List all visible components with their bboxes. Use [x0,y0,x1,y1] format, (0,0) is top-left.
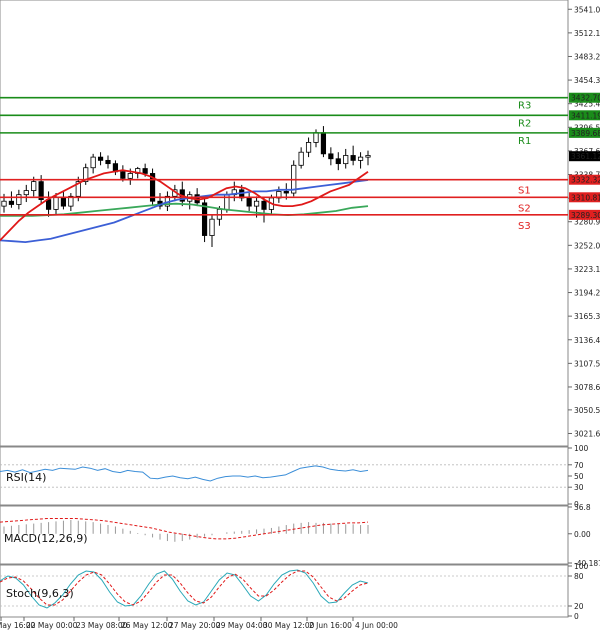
candle-bear [335,158,341,165]
main-y-tick-label: 3136.40 [574,336,600,345]
level-name-s3: S3 [518,221,531,232]
level-name-s2: S2 [518,203,531,214]
candle-bear [45,199,52,210]
level-price-s1: 3332.32 [571,176,600,185]
candle-bull [365,155,371,158]
main-y-tick-label: 3483.20 [574,52,600,61]
level-name-r3: R3 [518,101,531,112]
candle-bull [53,196,59,210]
rsi-y-tick-label: 30 [574,483,584,492]
stoch-label: Stoch(9,6,3) [6,587,74,600]
macd-y-tick-label: 0.00 [574,530,591,539]
main-y-tick-label: 3194.20 [574,289,600,298]
level-price-s3: 3289.30 [571,211,600,220]
candle-bull [313,132,319,143]
macd-label: MACD(12,26,9) [4,532,88,545]
candle-bear [320,132,327,155]
main-y-tick-label: 3454.30 [574,76,600,85]
x-tick-label: 30 May 12:00 [263,621,315,630]
rsi-label: RSI(14) [6,471,46,484]
rsi-y-tick-label: 50 [574,472,584,481]
candle-bull [23,190,29,196]
candle-bear [246,197,252,207]
x-tick-label: 22 May 00:00 [26,621,78,630]
candle-bull [253,200,260,207]
candle-bull [343,155,349,165]
candle-bull [127,173,133,179]
candle-bull [298,151,304,166]
stoch-y-tick-label: 20 [574,602,584,611]
candle-bear [97,156,104,161]
candle-bull [31,181,37,192]
candle-bear [350,155,356,161]
level-name-s1: S1 [518,186,531,197]
candle-bull [16,194,22,205]
candle-bull [209,218,215,236]
candle-bull [305,142,312,153]
x-tick-label: 29 May 04:00 [216,621,268,630]
main-y-tick-label: 3223.10 [574,265,600,274]
candle-bull [90,156,96,169]
candle-bear [142,168,148,174]
candle-bear [201,202,208,236]
rsi-y-tick-label: 70 [574,461,584,470]
level-price-r1: 3389.68 [571,129,600,138]
main-y-tick-label: 3107.50 [574,359,600,368]
candle-bear [120,171,126,179]
x-tick-label: 2 Jun 16:00 [309,621,352,630]
rsi-y-tick-label: 100 [574,444,589,453]
x-tick-label: 27 May 20:00 [169,621,221,630]
candle-bear [283,191,289,194]
main-y-tick-label: 3078.60 [574,383,600,392]
candle-bull [1,200,7,207]
level-price-r3: 3432.70 [571,94,600,103]
main-y-tick-label: 3050.55 [574,406,600,415]
candle-bear [261,200,267,210]
level-price-r2: 3411.19 [571,111,600,120]
level-price-s2: 3310.81 [571,193,600,202]
main-y-tick-label: 3512.10 [574,29,600,38]
stoch-y-tick-label: 100 [574,562,589,571]
candle-bear [105,159,111,165]
candle-bull [357,156,364,161]
x-tick-label: 23 May 08:00 [76,621,128,630]
candle-bear [8,200,15,205]
main-y-tick-label: 3165.30 [574,312,600,321]
macd-y-tick-label: 36.8 [574,503,591,512]
chart-svg: R3 R2 R1 S1 S2 S3 3541.00 3512.10 3483.20 3454.3… [0,0,600,633]
stoch-y-tick-label: 0 [574,612,579,621]
level-name-r2: R2 [518,118,531,129]
x-tick-label: 26 May 12:00 [121,621,173,630]
main-y-tick-label: 3021.65 [574,429,600,438]
main-y-tick-label: 3252.00 [574,241,600,250]
main-y-tick-label: 3541.00 [574,5,600,14]
candle-bear [328,153,334,160]
stoch-y-tick-label: 80 [574,572,584,581]
candle-bear [60,196,67,207]
x-tick-label: 4 Jun 00:00 [355,621,398,630]
level-name-r1: R1 [518,136,531,147]
price-tag-label: 3361.12 [571,152,600,161]
